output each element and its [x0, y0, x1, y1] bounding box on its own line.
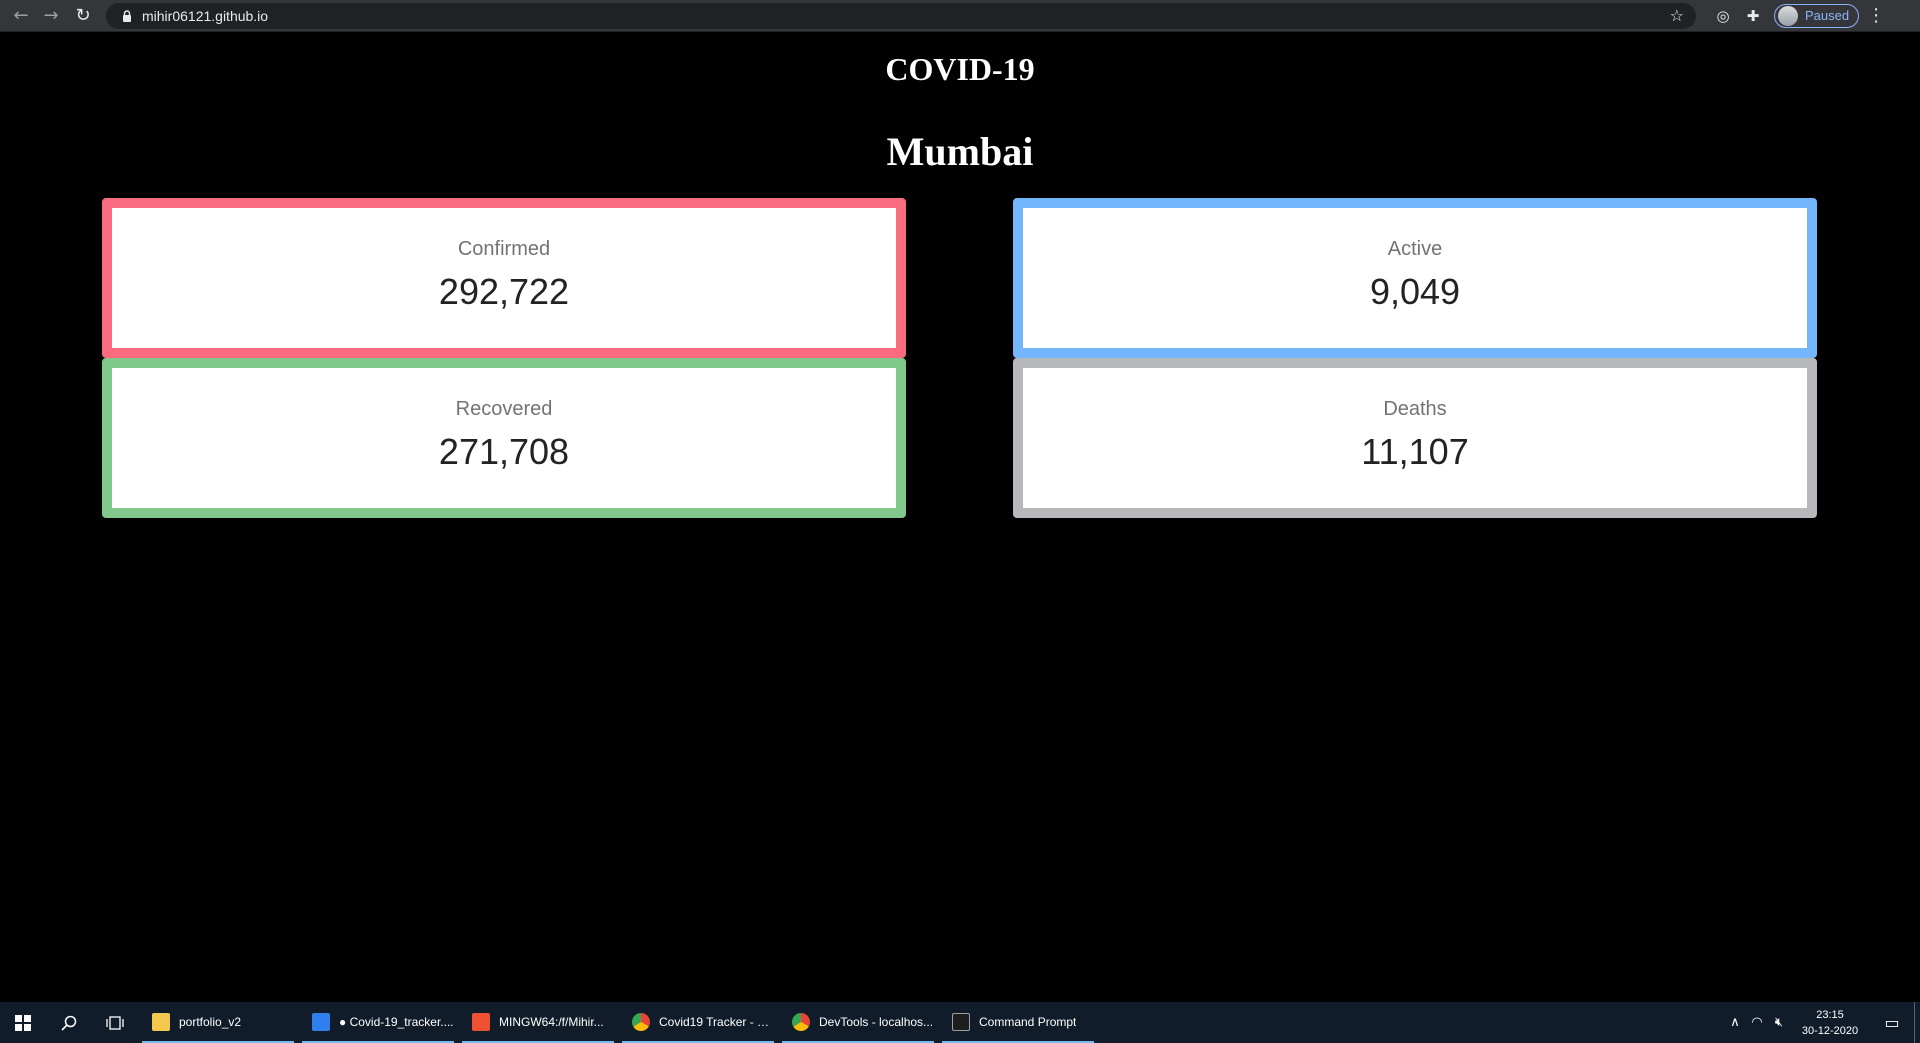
taskbar-app-button[interactable]: ● Covid-19_tracker.... [302, 1002, 454, 1043]
url-text[interactable]: mihir06121.github.io [142, 8, 268, 24]
task-view-icon[interactable] [92, 1002, 138, 1043]
active-value: 9,049 [1369, 270, 1461, 312]
kebab-menu-icon[interactable]: ⋮ [1865, 5, 1887, 26]
star-icon[interactable]: ☆ [1670, 6, 1684, 25]
taskbar-app-button[interactable]: Covid19 Tracker - G... [622, 1002, 774, 1043]
chrome-icon [632, 1012, 650, 1031]
address-bar[interactable]: mihir06121.github.io ☆ [106, 2, 1696, 29]
taskbar-apps: portfolio_v2 ● Covid-19_tracker.... MINGW6… [142, 1002, 1102, 1043]
taskbar-app-label: Covid19 Tracker - G... [659, 1014, 774, 1029]
folder-icon [152, 1012, 170, 1031]
git-bash-icon [472, 1012, 490, 1031]
active-label: Active [1387, 237, 1443, 260]
recovered-label: Recovered [455, 397, 553, 420]
clock-date: 30-12-2020 [1801, 1024, 1859, 1037]
cmd-icon [952, 1012, 970, 1031]
windows-start-icon[interactable] [0, 1002, 46, 1043]
page-content: COVID-19 Mumbai Confirmed 292,722 Active… [0, 33, 1920, 1002]
active-card: Active 9,049 [1013, 198, 1817, 358]
taskbar-app-button[interactable]: MINGW64:/f/Mihir... [462, 1002, 614, 1043]
avatar [1778, 5, 1798, 26]
back-arrow-icon[interactable]: ← [6, 2, 36, 30]
taskbar-app-label: portfolio_v2 [179, 1014, 242, 1029]
target-icon[interactable]: ◎ [1708, 2, 1738, 30]
clock[interactable]: 23:15 30-12-2020 [1790, 1007, 1870, 1039]
taskbar-app-label: MINGW64:/f/Mihir... [499, 1014, 604, 1029]
recovered-card: Recovered 271,708 [102, 358, 906, 518]
deaths-label: Deaths [1383, 397, 1447, 420]
deaths-value: 11,107 [1361, 430, 1469, 472]
show-desktop-button[interactable] [1914, 1002, 1920, 1043]
forward-arrow-icon[interactable]: → [36, 2, 66, 30]
notification-icon[interactable]: ▭ [1870, 1013, 1914, 1032]
volume-muted-icon[interactable]: 🔇︎ [1768, 1015, 1790, 1030]
browser-toolbar: ← → ↻ mihir06121.github.io ☆ ◎ ✚ Paused … [0, 0, 1920, 32]
taskbar-app-label: ● Covid-19_tracker.... [339, 1014, 454, 1029]
taskbar-app-label: DevTools - localhos... [819, 1014, 934, 1029]
page-title: COVID-19 [885, 51, 1035, 87]
profile-status: Paused [1805, 8, 1850, 23]
taskbar-app-button[interactable]: Command Prompt [942, 1002, 1094, 1043]
deaths-card: Deaths 11,107 [1013, 358, 1817, 518]
lock-icon[interactable] [120, 9, 134, 23]
taskbar-app-button[interactable]: portfolio_v2 [142, 1002, 294, 1043]
system-tray: ∧ ◠ 🔇︎ 23:15 30-12-2020 ▭ [1724, 1002, 1920, 1043]
taskbar-app-label: Command Prompt [979, 1014, 1077, 1029]
reload-icon[interactable]: ↻ [68, 2, 98, 30]
chrome-icon [792, 1012, 810, 1031]
profile-button[interactable]: Paused [1774, 3, 1860, 28]
taskbar-app-button[interactable]: DevTools - localhos... [782, 1002, 934, 1043]
search-icon[interactable] [46, 1002, 92, 1043]
taskbar: portfolio_v2 ● Covid-19_tracker.... MINGW6… [0, 1002, 1920, 1043]
vscode-icon [312, 1012, 330, 1031]
network-icon[interactable]: ◠ [1746, 1015, 1768, 1030]
confirmed-value: 292,722 [438, 270, 570, 312]
confirmed-card: Confirmed 292,722 [102, 198, 906, 358]
city-title: Mumbai [886, 129, 1034, 174]
clock-time: 23:15 [1816, 1008, 1844, 1021]
recovered-value: 271,708 [438, 430, 570, 472]
chevron-up-icon[interactable]: ∧ [1724, 1015, 1746, 1030]
confirmed-label: Confirmed [457, 237, 551, 260]
puzzle-icon[interactable]: ✚ [1738, 2, 1768, 30]
